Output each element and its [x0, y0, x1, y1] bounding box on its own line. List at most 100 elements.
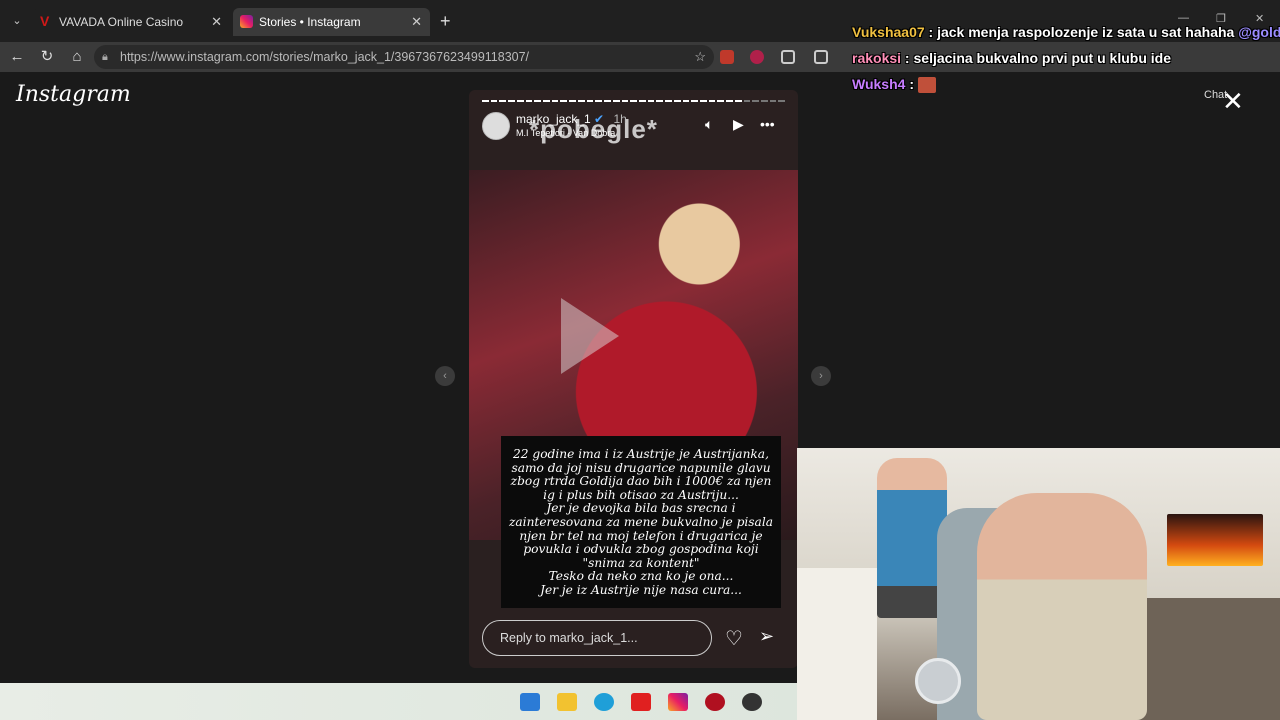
volume-icon[interactable]: 🔈︎ — [705, 116, 713, 133]
chat-username: Wuksh4 — [852, 76, 906, 92]
progress-segment — [604, 100, 611, 102]
avatar[interactable] — [482, 112, 510, 140]
story-music-label[interactable]: M.I Tepetiori · Van Dobra — [516, 128, 615, 138]
verified-badge-icon: ✔ — [594, 112, 605, 126]
extensions-puzzle-icon[interactable] — [781, 50, 795, 64]
story-text-line: "snima za kontent" — [582, 555, 700, 570]
progress-segment — [778, 100, 786, 102]
progress-segment — [708, 100, 716, 102]
story-text-line: zainteresovana za mene bukvalno je pisal… — [509, 514, 773, 529]
story-text-line: Jer je devojka bila bas srecna i — [546, 501, 736, 516]
split-screen-icon[interactable] — [814, 50, 828, 64]
progress-segment — [543, 100, 550, 102]
tab-instagram-stories[interactable]: Stories • Instagram ✕ — [233, 8, 430, 36]
progress-segment — [752, 100, 759, 102]
home-icon[interactable]: ⌂ — [66, 46, 88, 68]
username-text: marko_jack_1 — [516, 112, 591, 126]
fireplace-tv — [1167, 514, 1263, 566]
story-text-line: povukla i odvukla zbog gospodina koji — [523, 542, 759, 557]
close-tab-icon[interactable]: ✕ — [411, 8, 422, 36]
chat-text: seljacina bukvalno prvi put u klubu ide — [913, 50, 1172, 66]
tab-actions-chevron-icon[interactable]: ⌄ — [6, 10, 28, 32]
progress-segment — [595, 100, 603, 102]
story-text-line: Tesko da neko zna ko je ona... — [548, 569, 734, 584]
edge-icon[interactable] — [594, 693, 614, 711]
progress-segment — [691, 100, 698, 102]
chat-text: jack menja raspolozenje iz sata u sat ha… — [937, 24, 1235, 40]
cabinet — [797, 568, 877, 720]
instagram-icon[interactable] — [668, 693, 688, 711]
progress-segment — [673, 100, 681, 102]
progress-segment — [743, 100, 751, 102]
url-field[interactable]: 🔒︎ https://www.instagram.com/stories/mar… — [94, 45, 714, 69]
instagram-logo[interactable]: Instagram — [16, 82, 131, 107]
progress-segment — [577, 100, 585, 102]
progress-segment — [551, 100, 559, 102]
app-red-icon[interactable] — [705, 693, 725, 711]
progress-segment — [612, 100, 620, 102]
story-progress-bar — [482, 100, 786, 102]
story-text-line: njen br tel na moj telefon i drugarica j… — [519, 528, 763, 543]
vavada-logo-icon: V — [40, 13, 50, 29]
chat-message: rakoksi : seljacina bukvalno prvi put u … — [852, 50, 1171, 66]
instagram-icon — [240, 15, 253, 28]
sofa — [1127, 598, 1280, 720]
progress-segment — [682, 100, 690, 102]
story-time: 1h — [613, 112, 627, 126]
emote-icon — [917, 77, 936, 94]
tab-label: VAVADA Online Casino — [59, 15, 184, 29]
chrome-icon[interactable] — [742, 693, 762, 711]
play-overlay-icon[interactable] — [561, 298, 619, 374]
url-text: https://www.instagram.com/stories/marko_… — [120, 50, 530, 64]
webcam-feed — [797, 448, 1280, 720]
site-info-icon[interactable]: 🔒︎ — [102, 45, 108, 69]
reload-icon[interactable]: ↻ — [36, 46, 58, 68]
story-text-line: samo da joj nisu drugarice napunile glav… — [511, 460, 771, 475]
progress-segment — [499, 100, 507, 102]
new-tab-button[interactable]: + — [440, 10, 451, 32]
more-options-icon[interactable]: ••• — [760, 116, 775, 132]
reply-input[interactable]: Reply to marko_jack_1... — [482, 620, 712, 656]
play-icon[interactable]: ▶ — [733, 116, 744, 133]
chat-mention: @golde — [1238, 24, 1280, 40]
story-card: *pobegle* marko_jack_1 ✔ 1h M.I Tepetior… — [469, 90, 798, 668]
story-text-box: 22 godine ima i iz Austrije je Austrijan… — [501, 436, 781, 608]
favorite-star-icon[interactable]: ☆ — [694, 45, 706, 69]
tab-label: Stories • Instagram — [259, 15, 361, 29]
streamer — [977, 493, 1147, 720]
extension-infinity-icon[interactable] — [750, 50, 764, 64]
extension-red-icon[interactable] — [720, 50, 734, 64]
progress-segment — [482, 100, 489, 102]
previous-story-arrow-icon[interactable]: ‹ — [435, 366, 455, 386]
close-tab-icon[interactable]: ✕ — [211, 8, 222, 36]
share-send-icon[interactable]: ➢ — [759, 626, 774, 647]
story-text-line: 22 godine ima i iz Austrije je Austrijan… — [513, 447, 769, 461]
chat-username: rakoksi — [852, 50, 902, 66]
windows-start-icon[interactable] — [520, 693, 540, 711]
tab-vavada[interactable]: V VAVADA Online Casino ✕ — [33, 8, 230, 36]
progress-segment — [717, 100, 725, 102]
like-heart-icon[interactable]: ♡ — [725, 626, 743, 651]
progress-segment — [647, 100, 655, 102]
progress-segment — [761, 100, 768, 102]
close-story-icon[interactable]: ✕ — [1222, 88, 1244, 114]
progress-segment — [534, 100, 542, 102]
back-icon[interactable]: ← — [6, 46, 28, 68]
progress-segment — [621, 100, 629, 102]
youtube-icon[interactable] — [631, 693, 651, 711]
progress-segment — [665, 100, 672, 102]
screen: { "browser": { "tabs": [ {"label": "VAVA… — [0, 0, 1280, 720]
chat-username: Vukshaa07 — [852, 24, 925, 40]
progress-segment — [569, 100, 576, 102]
progress-segment — [656, 100, 664, 102]
microphone — [915, 658, 961, 704]
progress-segment — [586, 100, 594, 102]
progress-segment — [630, 100, 637, 102]
minimize-icon[interactable]: — — [1178, 12, 1189, 24]
story-username[interactable]: marko_jack_1 ✔ 1h — [516, 112, 627, 126]
progress-segment — [560, 100, 568, 102]
progress-segment — [516, 100, 524, 102]
next-story-arrow-icon[interactable]: › — [811, 366, 831, 386]
progress-segment — [726, 100, 733, 102]
file-explorer-icon[interactable] — [557, 693, 577, 711]
